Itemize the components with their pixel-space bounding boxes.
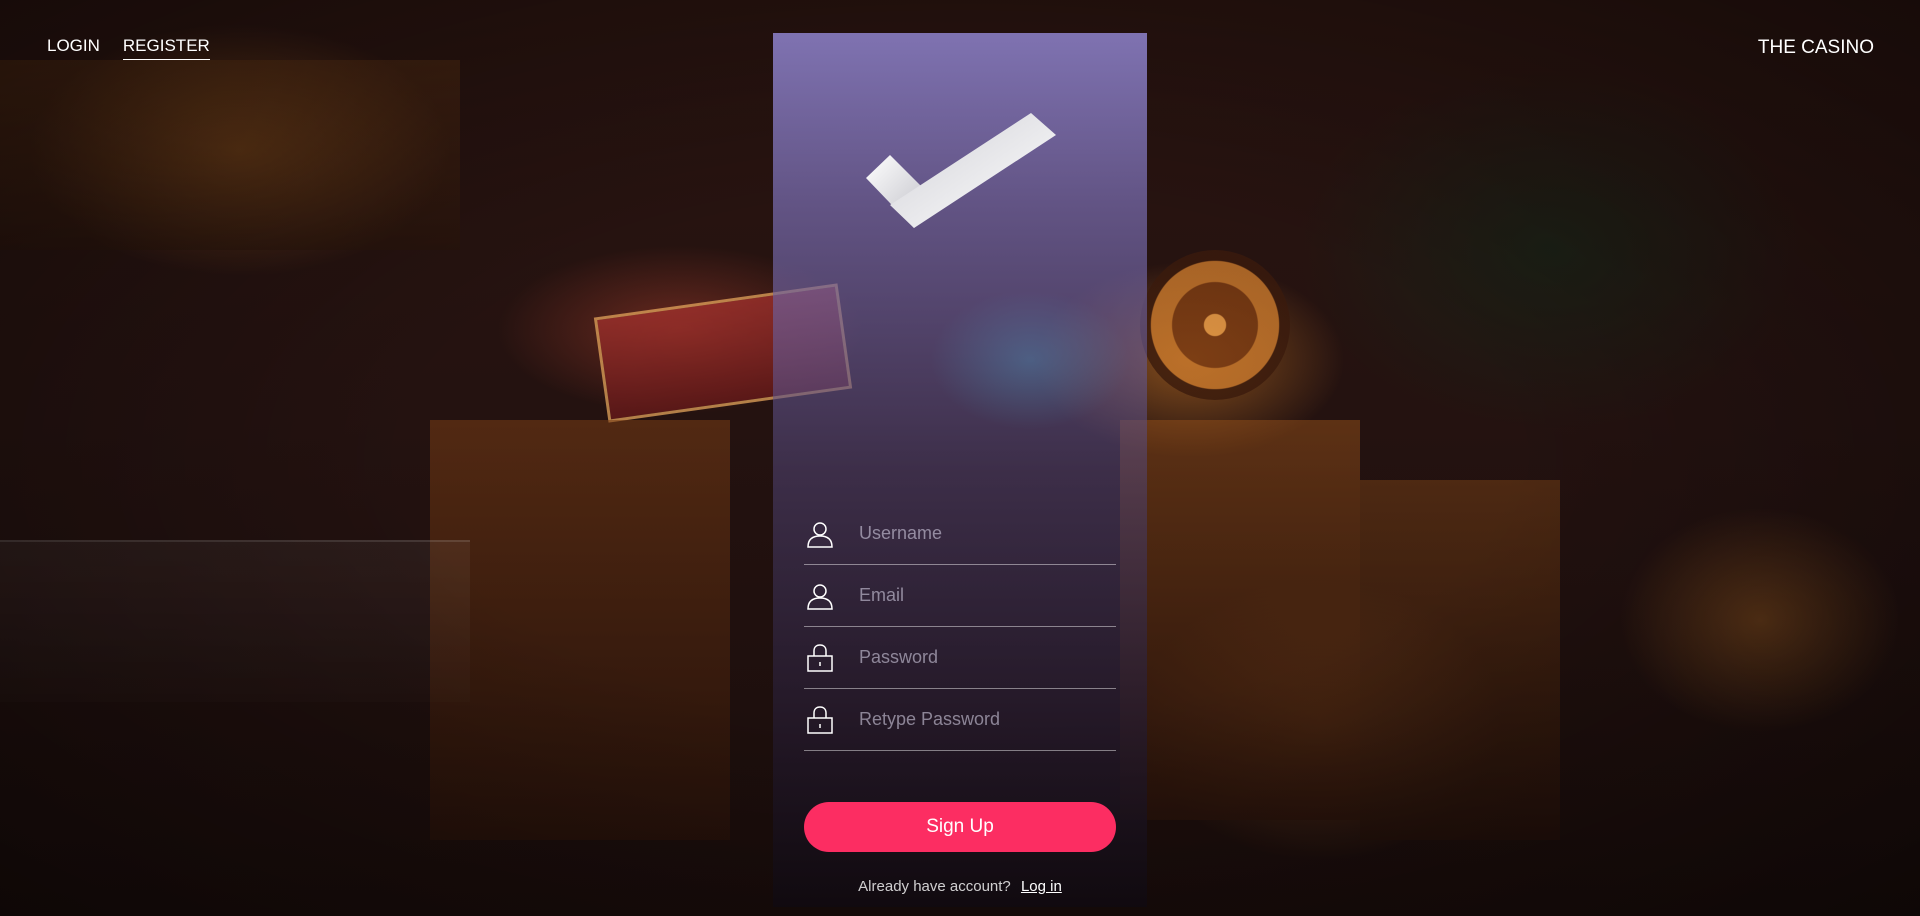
log-in-link[interactable]: Log in [1021,878,1062,895]
login-link[interactable]: LOGIN [47,36,100,60]
retype-password-field-row [804,689,1116,751]
login-prompt-text: Already have account? [858,878,1011,895]
lock-icon [804,704,836,736]
register-form [804,503,1116,751]
password-field-row [804,627,1116,689]
email-input[interactable] [859,585,1116,606]
retype-password-input[interactable] [859,709,1116,730]
email-field-row [804,565,1116,627]
username-input[interactable] [859,523,1116,544]
login-prompt: Already have account? Log in [773,878,1147,895]
sign-up-button[interactable]: Sign Up [804,802,1116,852]
register-panel: Sign Up Already have account? Log in [773,33,1147,907]
user-icon [804,580,836,612]
top-nav: LOGIN REGISTER [47,36,210,60]
password-input[interactable] [859,647,1116,668]
brand-title: THE CASINO [1757,37,1874,58]
user-icon [804,518,836,550]
checkmark-icon [866,113,1056,228]
register-link[interactable]: REGISTER [122,36,210,60]
username-field-row [804,503,1116,565]
lock-icon [804,642,836,674]
